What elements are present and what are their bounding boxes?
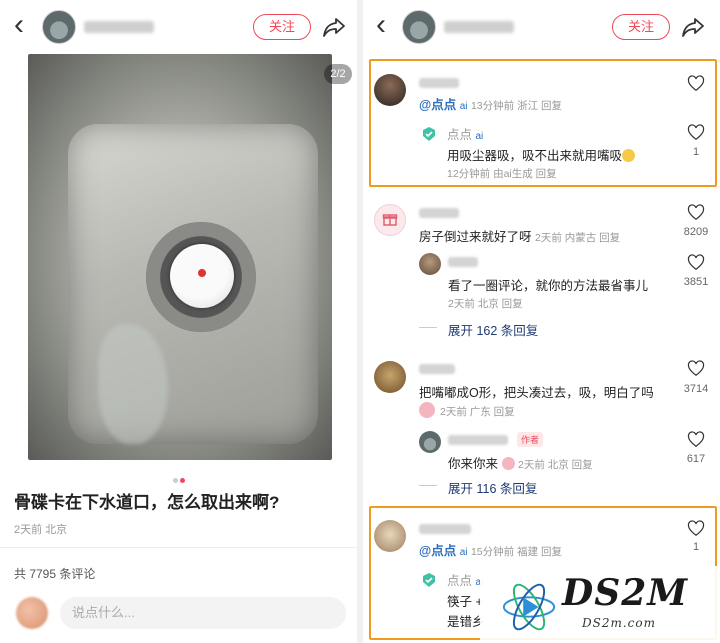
ai-reply-meta[interactable]: 12分钟前 由ai生成 回复 bbox=[447, 166, 557, 181]
divider bbox=[0, 547, 357, 548]
author-reply-meta[interactable]: 2天前 北京 回复 bbox=[518, 459, 593, 471]
comment-text: 把嘴嘟成O形，把头凑过去，吸，明白了吗 bbox=[419, 386, 654, 400]
post-title: 骨碟卡在下水道口，怎么取出来啊? bbox=[14, 493, 280, 512]
like-heart-icon[interactable] bbox=[687, 431, 705, 448]
emoji-icon bbox=[622, 149, 636, 162]
my-avatar bbox=[16, 597, 48, 629]
comment-text: 房子倒过来就好了呀 bbox=[419, 230, 532, 244]
follow-button[interactable]: 关注 bbox=[253, 14, 311, 40]
image-page-indicator: 2/2 bbox=[324, 64, 352, 84]
mention-link[interactable]: @点点 bbox=[419, 98, 456, 112]
reply-name-blurred[interactable] bbox=[448, 257, 478, 267]
comment-meta[interactable]: 15分钟前 福建 回复 bbox=[471, 546, 562, 558]
comment-input[interactable]: 说点什么... bbox=[60, 597, 346, 629]
watermark-logo-icon bbox=[502, 583, 556, 631]
carousel-dot-active bbox=[180, 478, 185, 483]
author-reply-body: 你来你来 2天前 北京 回复 bbox=[448, 453, 593, 472]
like-count: 617 bbox=[686, 453, 706, 465]
back-button-right[interactable]: ‹ bbox=[376, 10, 386, 40]
back-button[interactable]: ‹ bbox=[14, 10, 24, 40]
ai-reply-header: 点点 ai bbox=[447, 570, 483, 589]
ai-reply-name[interactable]: 点点 bbox=[447, 128, 472, 142]
author-avatar-right[interactable] bbox=[402, 10, 436, 44]
plate-logo bbox=[198, 269, 206, 277]
author-reply-name-blurred[interactable] bbox=[448, 435, 508, 445]
commenter-avatar[interactable] bbox=[374, 520, 406, 552]
reply-meta[interactable]: 2天前 北京 回复 bbox=[448, 296, 523, 311]
comment-meta[interactable]: 2天前 内蒙古 回复 bbox=[535, 232, 620, 244]
pane-divider bbox=[357, 0, 363, 643]
mention-link[interactable]: @点点 bbox=[419, 544, 456, 558]
commenter-name-blurred[interactable] bbox=[419, 208, 459, 218]
carousel-dots bbox=[172, 470, 186, 488]
reply-text: 看了一圈评论，就你的方法最省事儿 bbox=[448, 279, 649, 293]
ai-badge: ai bbox=[459, 101, 468, 112]
commenter-avatar[interactable] bbox=[374, 361, 406, 393]
follow-button-right[interactable]: 关注 bbox=[612, 14, 670, 40]
author-tag: 作者 bbox=[517, 432, 544, 447]
post-meta: 2天前 北京 bbox=[14, 524, 68, 536]
expand-line bbox=[419, 485, 437, 486]
carousel-dot bbox=[173, 478, 178, 483]
ai-bot-icon bbox=[423, 573, 435, 587]
like-heart-icon[interactable] bbox=[687, 520, 705, 537]
ai-bot-icon bbox=[423, 127, 435, 141]
reply-avatar[interactable] bbox=[419, 253, 441, 275]
like-heart-icon[interactable] bbox=[687, 204, 705, 221]
comment-body: @点点 ai 13分钟前 浙江 回复 bbox=[419, 94, 562, 113]
post-photo[interactable] bbox=[28, 54, 332, 460]
like-count: 8209 bbox=[683, 226, 709, 238]
like-count: 3851 bbox=[683, 276, 709, 288]
like-heart-icon[interactable] bbox=[687, 254, 705, 271]
ai-reply-text-line1: 筷子 + bbox=[447, 595, 483, 609]
like-count: 1 bbox=[692, 541, 700, 553]
ai-badge: ai bbox=[459, 547, 468, 558]
gift-icon bbox=[382, 214, 398, 226]
ai-reply-body: 用吸尘器吸，吸不出来就用嘴吸 bbox=[447, 149, 623, 163]
comment-meta[interactable]: 2天前 广东 回复 bbox=[440, 404, 515, 419]
ai-reply-text: 用吸尘器吸，吸不出来就用嘴吸 bbox=[447, 145, 636, 164]
comment-count: 共 7795 条评论 bbox=[14, 567, 96, 581]
like-heart-icon[interactable] bbox=[687, 360, 705, 377]
emoji-icon bbox=[501, 457, 515, 470]
commenter-name-blurred[interactable] bbox=[419, 364, 455, 374]
commenter-avatar[interactable] bbox=[374, 74, 406, 106]
author-reply-text: 你来你来 bbox=[448, 457, 499, 471]
expand-replies-button[interactable]: 展开 162 条回复 bbox=[448, 320, 538, 339]
ai-badge: ai bbox=[475, 131, 484, 142]
watermark-text: DS2M bbox=[562, 572, 689, 614]
author-reply-avatar[interactable] bbox=[419, 431, 441, 453]
comment-meta[interactable]: 13分钟前 浙江 回复 bbox=[471, 100, 562, 112]
like-count: 1 bbox=[692, 146, 700, 158]
like-count: 3714 bbox=[683, 383, 709, 395]
commenter-name-blurred[interactable] bbox=[419, 524, 471, 534]
commenter-name-blurred[interactable] bbox=[419, 78, 459, 88]
watermark-url: DS2m.com bbox=[582, 616, 656, 630]
expand-replies-button[interactable]: 展开 116 条回复 bbox=[448, 478, 537, 497]
author-name-blurred[interactable] bbox=[84, 21, 154, 33]
comment-body: 房子倒过来就好了呀 2天前 内蒙古 回复 bbox=[419, 226, 620, 245]
ai-reply-name[interactable]: 点点 bbox=[447, 574, 472, 588]
share-icon[interactable] bbox=[322, 15, 346, 39]
ai-reply-header: 点点 ai bbox=[447, 124, 483, 143]
sticker-icon bbox=[419, 402, 435, 418]
comment-body: @点点 ai 15分钟前 福建 回复 bbox=[419, 540, 562, 559]
ai-reply-text-line2: 是错乡 bbox=[447, 615, 485, 629]
expand-line bbox=[419, 327, 437, 328]
like-heart-icon[interactable] bbox=[687, 124, 705, 141]
share-icon-right[interactable] bbox=[681, 15, 705, 39]
author-avatar[interactable] bbox=[42, 10, 76, 44]
like-heart-icon[interactable] bbox=[687, 75, 705, 92]
author-name-blurred-right[interactable] bbox=[444, 21, 514, 33]
